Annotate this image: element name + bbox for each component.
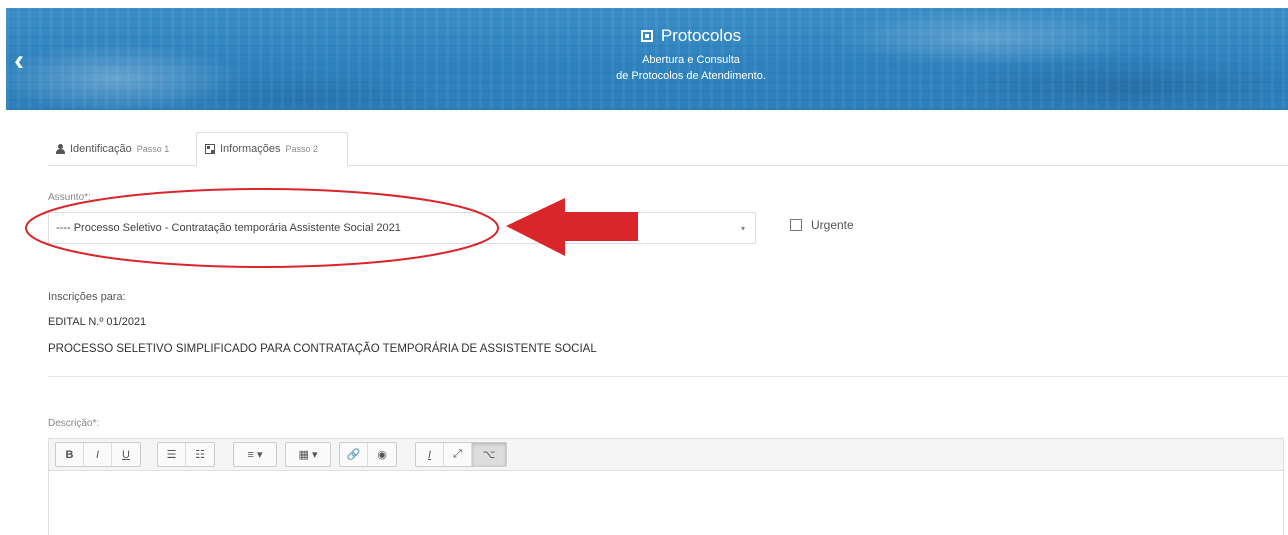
- bullet-list-icon[interactable]: ☰: [158, 443, 186, 466]
- qrcode-icon: [640, 30, 653, 42]
- tab-identificacao[interactable]: Identificação Passo 1: [48, 132, 194, 166]
- fullscreen-icon[interactable]: ⤢: [444, 443, 472, 466]
- editor-toolbar: B I U ☰ ☷ ≡ ▾ ▦ ▾ 🔗 ◉ I ⤢ ⌥: [49, 439, 1283, 471]
- tab-informacoes-label: Informações: [220, 143, 281, 155]
- align-group: ≡ ▾: [233, 442, 277, 467]
- assunto-selected-value: ---- Processo Seletivo - Contratação tem…: [56, 222, 401, 234]
- header-title-block: Protocolos Abertura e Consulta de Protoc…: [566, 26, 816, 84]
- link-icon[interactable]: 🔗: [340, 443, 368, 466]
- tab-identificacao-label: Identificação: [70, 143, 132, 155]
- user-icon: [56, 144, 65, 154]
- divider: [48, 376, 1288, 377]
- code-view-icon[interactable]: ⌥: [472, 443, 506, 466]
- inscricoes-label: Inscrições para:: [48, 291, 126, 303]
- descricao-label: Descrição*:: [48, 418, 100, 429]
- ordered-list-icon[interactable]: ☷: [186, 443, 214, 466]
- descricao-editor[interactable]: B I U ☰ ☷ ≡ ▾ ▦ ▾ 🔗 ◉ I ⤢ ⌥: [48, 438, 1284, 535]
- page-title-text: Protocolos: [660, 26, 742, 45]
- list-group: ☰ ☷: [157, 442, 215, 467]
- bold-button[interactable]: B: [56, 443, 84, 466]
- align-dropdown-button[interactable]: ≡ ▾: [234, 443, 276, 466]
- urgente-option: Urgente: [790, 218, 854, 232]
- clear-format-icon[interactable]: I: [416, 443, 444, 466]
- qrcode-icon: [205, 144, 215, 154]
- page-title: Protocolos: [566, 26, 816, 46]
- urgente-label: Urgente: [811, 218, 854, 232]
- header-banner: ‹ Protocolos Abertura e Consulta de Prot…: [6, 8, 1288, 110]
- processo-title: PROCESSO SELETIVO SIMPLIFICADO PARA CONT…: [48, 343, 597, 355]
- tab-informacoes-step: Passo 2: [285, 144, 319, 154]
- underline-button[interactable]: U: [112, 443, 140, 466]
- assunto-label: Assunto*:: [48, 192, 91, 203]
- urgente-checkbox[interactable]: [790, 219, 802, 231]
- table-dropdown-button[interactable]: ▦ ▾: [286, 443, 330, 466]
- misc-group: I ⤢ ⌥: [415, 442, 507, 467]
- edital-number: EDITAL N.º 01/2021: [48, 316, 147, 328]
- step-tabs: Identificação Passo 1 Informações Passo …: [48, 132, 1288, 166]
- page-subtitle-line2: de Protocolos de Atendimento.: [616, 70, 766, 82]
- page-subtitle-line1: Abertura e Consulta: [642, 54, 740, 66]
- format-group: B I U: [55, 442, 141, 467]
- page-subtitle: Abertura e Consulta de Protocolos de Ate…: [566, 52, 816, 84]
- table-group: ▦ ▾: [285, 442, 331, 467]
- link-group: 🔗 ◉: [339, 442, 397, 467]
- tab-informacoes[interactable]: Informações Passo 2: [196, 132, 348, 166]
- assunto-select[interactable]: ---- Processo Seletivo - Contratação tem…: [48, 212, 756, 244]
- italic-button[interactable]: I: [84, 443, 112, 466]
- back-chevron-icon[interactable]: ‹: [14, 46, 40, 76]
- tab-identificacao-step: Passo 1: [136, 144, 170, 154]
- chevron-down-icon: ▾: [740, 224, 745, 233]
- eye-icon[interactable]: ◉: [368, 443, 396, 466]
